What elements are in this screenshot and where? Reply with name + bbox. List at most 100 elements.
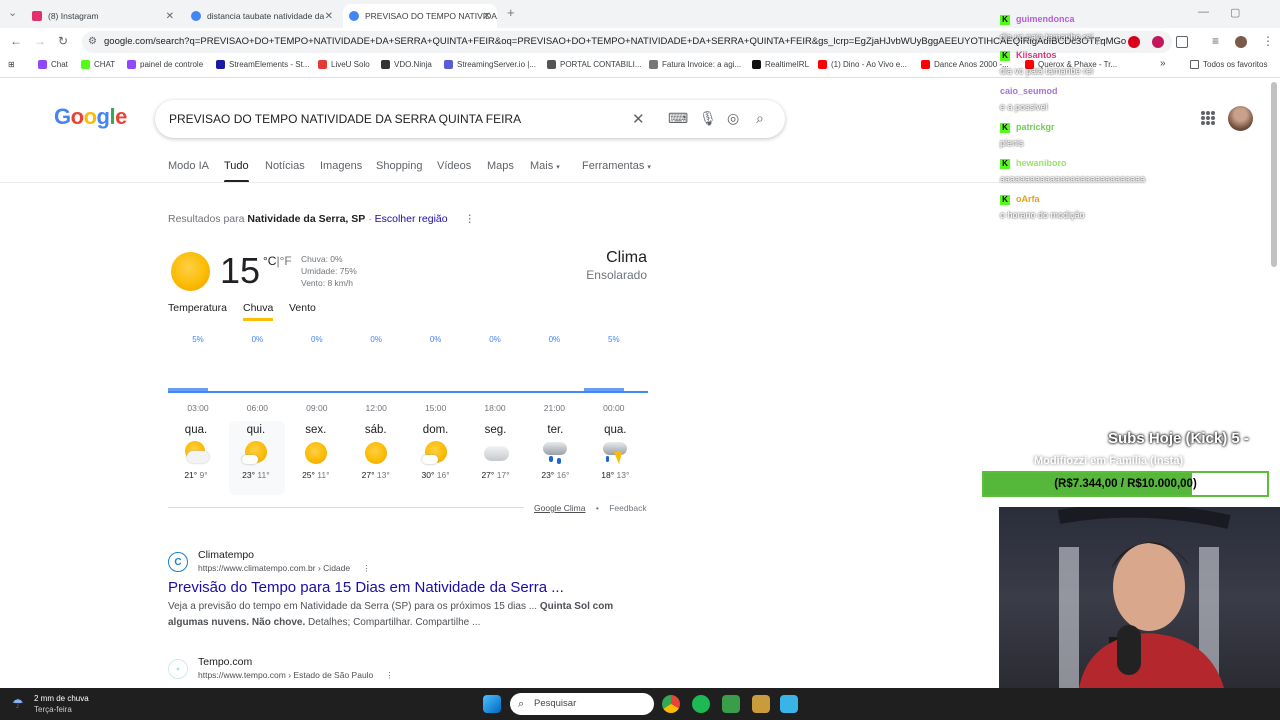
more-options-icon[interactable]: ⋮ [465,213,476,225]
more-options-icon: ⋮ [362,563,371,573]
tab-temperatura[interactable]: Temperatura [168,302,227,314]
tab-maps[interactable]: Maps [487,160,514,172]
result-title[interactable]: Previsão do Tempo para 15 Dias em Nativi… [168,579,564,596]
close-tab-icon[interactable]: ✕ [325,11,333,22]
minimize-icon[interactable]: — [1198,6,1209,18]
tab-previsao[interactable]: PREVISAO DO TEMPO NATIVIDA ✕ [343,4,497,28]
back-icon[interactable]: ← [10,34,22,48]
forecast-day[interactable]: seg. 27° 17° [468,424,524,480]
league-icon[interactable] [752,695,770,713]
close-tab-icon[interactable]: ✕ [166,11,174,22]
windows-start-icon[interactable] [483,695,501,713]
google-apps-icon[interactable] [1201,111,1215,125]
rain-icon [542,440,568,466]
forecast-day[interactable]: qua. 21° 9° [168,424,224,480]
bookmark-item[interactable]: Dance Anos 2000 -... [921,60,1009,69]
hour-label: 18:00 [484,403,506,413]
account-avatar[interactable] [1228,106,1253,131]
day-temps: 18° 13° [601,470,630,480]
forecast-day[interactable]: dom. 30° 16° [408,424,464,480]
bookmark-item[interactable]: LiveU Solo [318,60,370,69]
forecast-day[interactable]: qua. 18° 13° [587,424,643,480]
close-tab-icon[interactable]: ✕ [483,11,491,22]
page-scrollbar[interactable] [1271,82,1277,267]
profile-avatar-icon[interactable] [1235,36,1247,48]
forecast-day[interactable]: sáb. 27° 13° [348,424,404,480]
result-site-name[interactable]: Climatempo [198,549,254,561]
thunderstorm-icon [602,440,628,466]
search-box[interactable]: PREVISAO DO TEMPO NATIVIDADE DA SERRA QU… [155,100,785,138]
tab-search-chevron-icon[interactable]: ⌄ [8,6,17,19]
tab-noticias[interactable]: Notícias [265,160,305,172]
notepad-icon[interactable] [780,695,798,713]
tab-mais[interactable]: Mais ▾ [530,160,560,172]
bookmark-item[interactable]: StreamElements - St... [216,60,309,69]
feedback-link[interactable]: Feedback [609,503,646,513]
bookmarks-more-icon[interactable]: » [1160,58,1166,69]
tab-ferramentas[interactable]: Ferramentas ▾ [582,160,651,172]
tab-instagram[interactable]: (8) Instagram ✕ [26,4,180,28]
bookmark-star-icon[interactable]: ☆ [1094,34,1105,48]
tab-shopping[interactable]: Shopping [376,160,423,172]
results-for-line: Resultados para Natividade da Serra, SP … [168,213,476,225]
bookmark-item[interactable]: VDO.Ninja [381,60,432,69]
taskbar-weather[interactable]: 2 mm de chuva Terça-feira [34,693,89,715]
tab-vento[interactable]: Vento [289,302,316,314]
bookmark-item[interactable]: StreamingServer.io |... [444,60,536,69]
chat-text: o horario do modição [1000,210,1085,220]
browser-menu-icon[interactable]: ⋮ [1262,34,1274,48]
google-logo[interactable]: Google [54,104,127,130]
all-bookmarks-folder[interactable]: Todos os favoritos [1190,60,1267,69]
chrome-icon[interactable] [662,695,680,713]
extensions-puzzle-icon[interactable] [1176,36,1188,48]
bookmark-item[interactable]: Chat [38,60,68,69]
unit-celsius[interactable]: °C [263,254,276,268]
google-icon [349,11,359,21]
tab-chuva[interactable]: Chuva [243,302,274,321]
tab-tudo[interactable]: Tudo [224,160,249,183]
tab-imagens[interactable]: Imagens [320,160,362,172]
app-icon[interactable] [722,695,740,713]
bookmark-item[interactable]: PORTAL CONTABILI... [547,60,642,69]
extension-icon[interactable] [1152,36,1164,48]
partly-sunny-icon [241,440,269,466]
tab-modo-ia[interactable]: Modo IA [168,160,209,172]
bookmark-item[interactable]: (1) Dino - Ao Vivo e... [818,60,907,69]
bookmark-item[interactable]: RealtimeIRL [752,60,809,69]
hour-label: 06:00 [246,403,269,413]
bookmark-item[interactable]: CHAT [81,60,115,69]
media-control-icon[interactable]: ≡ [1212,34,1219,48]
forecast-day[interactable]: qui. 23° 11° [228,424,284,480]
forecast-day[interactable]: sex. 25° 11° [288,424,344,480]
unit-fahrenheit[interactable]: °F [280,254,292,268]
bookmark-item[interactable]: Fatura Invoice: a agi... [649,60,741,69]
forecast-day[interactable]: ter. 23° 16° [527,424,583,480]
search-input[interactable]: PREVISAO DO TEMPO NATIVIDADE DA SERRA QU… [169,112,521,126]
extension-icon[interactable] [1128,36,1140,48]
google-clima-link[interactable]: Google Clima [534,503,586,513]
taskbar-search[interactable]: ⌕ Pesquisar [510,693,654,715]
reload-icon[interactable]: ↻ [58,34,68,48]
hour-label: 21:00 [543,403,566,413]
apps-icon[interactable]: ⊞ [8,60,15,69]
result-url[interactable]: https://www.tempo.com › Estado de São Pa… [198,670,394,681]
subs-today-label: Subs Hoje (Kick) 5 - [1108,430,1249,447]
bookmark-item[interactable]: painel de controle [127,60,203,69]
tab-videos[interactable]: Vídeos [437,160,471,172]
chart-baseline [168,391,648,393]
microphone-icon[interactable]: 🎙 [699,110,717,127]
sunny-icon [363,440,389,466]
site-info-icon[interactable]: ⚙ [88,31,97,53]
search-icon[interactable]: ⌕ [756,110,764,127]
result-site-name[interactable]: Tempo.com [198,656,252,668]
result-url[interactable]: https://www.climatempo.com.br › Cidade ⋮ [198,563,371,574]
spotify-icon[interactable] [692,695,710,713]
forward-icon[interactable]: → [34,34,46,48]
choose-region-link[interactable]: Escolher região [375,213,448,225]
tab-distancia[interactable]: distancia taubate natividade da ✕ [185,4,339,28]
new-tab-button[interactable]: + [507,5,515,20]
keyboard-icon[interactable]: ⌨ [668,110,688,127]
clear-search-icon[interactable]: ✕ [632,110,645,128]
lens-icon[interactable]: ◎ [727,110,739,127]
maximize-icon[interactable]: ▢ [1230,6,1240,19]
